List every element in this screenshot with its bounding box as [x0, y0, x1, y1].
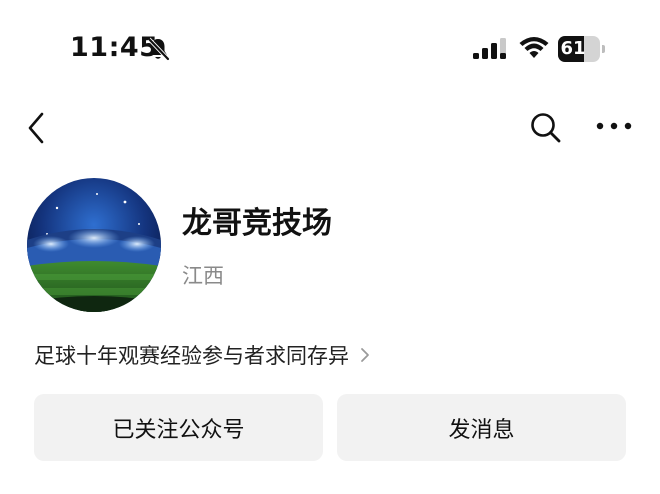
followed-button[interactable]: 已关注公众号 [34, 394, 323, 461]
bell-slash-icon [147, 37, 170, 61]
bio-text: 足球十年观赛经验参与者求同存异 [34, 344, 349, 368]
battery-icon: 61 [558, 36, 606, 62]
account-location: 江西 [182, 264, 224, 288]
search-icon[interactable] [528, 110, 562, 144]
stadium-avatar [27, 178, 161, 312]
chevron-right-icon [361, 348, 369, 362]
battery-body: 61 [558, 36, 600, 62]
wifi-icon [519, 37, 549, 58]
cellular-signal-icon [473, 38, 506, 59]
battery-cap [602, 45, 605, 53]
more-icon[interactable] [594, 116, 634, 136]
send-message-button[interactable]: 发消息 [337, 394, 626, 461]
avatar[interactable] [27, 178, 161, 312]
status-bar: 11:45 61 [0, 0, 660, 100]
bio-row[interactable]: 足球十年观赛经验参与者求同存异 [34, 338, 371, 372]
battery-level: 61 [560, 38, 586, 59]
account-name: 龙哥竞技场 [182, 206, 332, 241]
chevron-left-icon[interactable] [22, 108, 56, 148]
